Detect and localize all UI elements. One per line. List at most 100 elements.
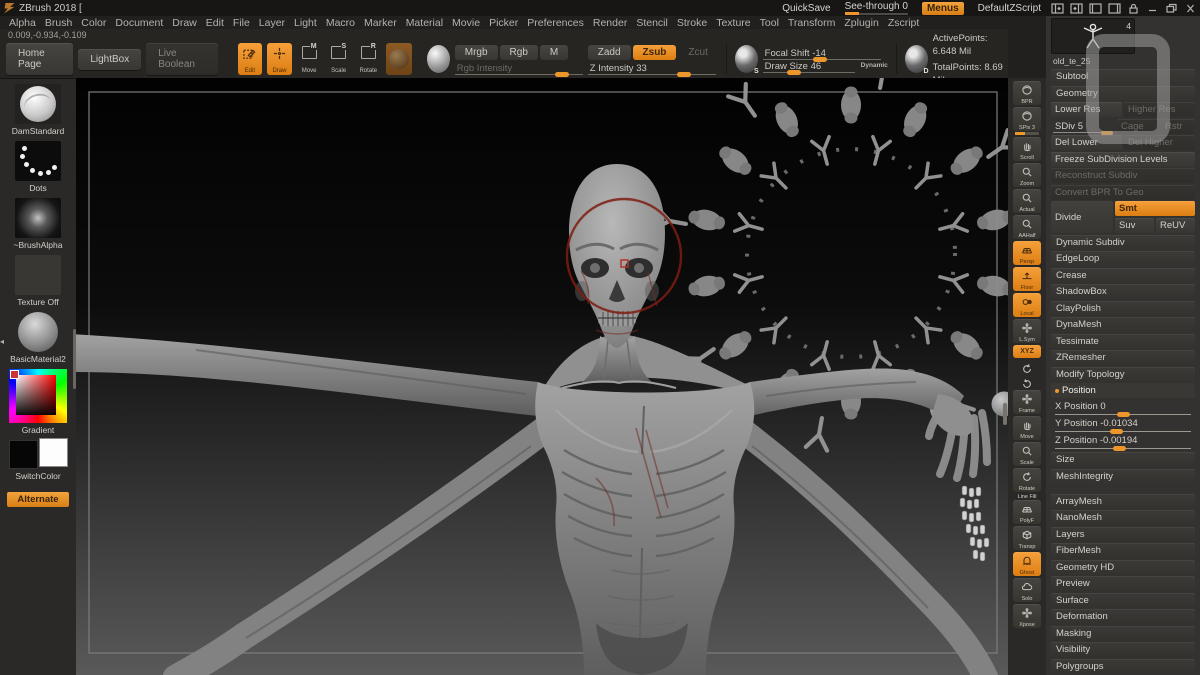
panel-section[interactable]: Surface (1051, 593, 1195, 608)
panel-section[interactable]: Layers (1051, 527, 1195, 542)
menu-item[interactable]: Stencil (636, 17, 668, 29)
panel-section[interactable]: DynaMesh (1051, 317, 1195, 332)
stroke-type-icon[interactable]: S (735, 45, 758, 73)
scroll-button[interactable]: Scroll (1012, 137, 1042, 161)
menu-item[interactable]: Macro (326, 17, 355, 29)
material-sphere-icon[interactable] (427, 45, 450, 73)
divider-right-icon[interactable] (1108, 3, 1121, 14)
menu-item[interactable]: Stroke (677, 17, 707, 29)
menus-button[interactable]: Menus (922, 2, 964, 15)
panel-section[interactable]: Modify Topology (1051, 367, 1195, 382)
panel-section[interactable]: Geometry HD (1051, 560, 1195, 575)
menu-item[interactable]: Picker (489, 17, 518, 29)
menu-item[interactable]: Movie (452, 17, 480, 29)
zoom-button[interactable]: Zoom (1012, 163, 1042, 187)
menu-item[interactable]: Brush (45, 17, 72, 29)
actual-button[interactable]: Actual (1012, 189, 1042, 213)
smt-toggle[interactable]: Smt (1115, 201, 1195, 216)
lower-res-button[interactable]: Lower Res (1051, 102, 1122, 117)
main-color-swatch[interactable] (9, 440, 38, 469)
move-button[interactable]: M Move (297, 43, 322, 75)
spin-left-button[interactable] (1012, 360, 1042, 373)
panel-section[interactable]: Visibility (1051, 642, 1195, 657)
current-material[interactable]: BasicMaterial2 (0, 312, 76, 364)
menu-item[interactable]: Zscript (888, 17, 920, 29)
mesh-integrity-section[interactable]: MeshIntegrity (1051, 469, 1195, 484)
minimize-button[interactable] (1146, 3, 1159, 14)
menu-item[interactable]: Marker (364, 17, 397, 29)
right-tray-toggle-icon[interactable] (1070, 3, 1083, 14)
convert-bpr-button[interactable]: Convert BPR To Geo (1051, 185, 1195, 200)
zcut-button[interactable]: Zcut (678, 45, 717, 60)
cage-button[interactable]: Cage (1117, 119, 1159, 134)
left-tray-toggle-icon[interactable] (1051, 3, 1064, 14)
secondary-color-swatch[interactable] (39, 438, 68, 467)
panel-section[interactable]: FiberMesh (1051, 543, 1195, 558)
freeze-subdivision-button[interactable]: Freeze SubDivision Levels (1051, 152, 1195, 167)
menu-item[interactable]: Material (406, 17, 443, 29)
lightbox-button[interactable]: LightBox (78, 49, 141, 70)
saturation-square[interactable] (16, 375, 56, 415)
panel-section[interactable]: EdgeLoop (1051, 251, 1195, 266)
position-slider[interactable]: X Position 0 (1051, 400, 1195, 417)
dynamic-label[interactable]: Dynamic (861, 62, 888, 69)
quicksave-button[interactable]: QuickSave (782, 3, 830, 14)
menu-item[interactable]: Texture (716, 17, 750, 29)
draw-indicator-icon[interactable]: D (905, 45, 928, 73)
panel-section[interactable]: Crease (1051, 268, 1195, 283)
rstr-button[interactable]: Rstr (1161, 119, 1195, 134)
menu-item[interactable]: File (233, 17, 250, 29)
panel-section[interactable]: ArrayMesh (1051, 494, 1195, 509)
panel-section[interactable]: Preview (1051, 576, 1195, 591)
current-tool-thumbnail[interactable]: 4 (1051, 18, 1135, 54)
sculpt-render[interactable] (76, 78, 1008, 675)
lsym-button[interactable]: L.Sym (1012, 319, 1042, 343)
menu-item[interactable]: Preferences (527, 17, 584, 29)
panel-section[interactable]: ZRemesher (1051, 350, 1195, 365)
size-section[interactable]: Size (1051, 452, 1195, 467)
floor-button[interactable]: Floor (1012, 267, 1042, 291)
menu-item[interactable]: Layer (259, 17, 285, 29)
hue-ring-icon[interactable] (9, 369, 67, 423)
spix-button[interactable]: SPix 3 (1012, 107, 1042, 135)
local-button[interactable]: Local (1012, 293, 1042, 317)
current-stroke[interactable]: Dots (0, 141, 76, 193)
home-page-button[interactable]: Home Page (6, 43, 73, 75)
z-intensity-slider[interactable]: Z Intensity 33 (588, 63, 716, 73)
rgb-intensity-slider[interactable]: Rgb Intensity (455, 63, 583, 73)
draw-button[interactable]: Draw (267, 43, 292, 75)
xyz-button[interactable]: XYZ (1012, 345, 1042, 358)
panel-section[interactable]: Masking (1051, 626, 1195, 641)
position-slider[interactable]: Z Position -0.00194 (1051, 434, 1195, 451)
live-boolean-button[interactable]: Live Boolean (146, 43, 217, 75)
divider-left-icon[interactable] (1089, 3, 1102, 14)
suv-toggle[interactable]: Suv (1115, 218, 1154, 233)
subtool-section[interactable]: Subtool (1051, 69, 1195, 84)
panel-section[interactable]: Tessimate (1051, 334, 1195, 349)
position-slider[interactable]: Y Position -0.01034 (1051, 417, 1195, 434)
panel-section[interactable]: Polygroups (1051, 659, 1195, 674)
menu-item[interactable]: Tool (760, 17, 779, 29)
mrgb-button[interactable]: Mrgb (455, 45, 498, 60)
menu-item[interactable]: Alpha (9, 17, 36, 29)
default-zscript-button[interactable]: DefaultZScript (978, 3, 1041, 14)
zadd-button[interactable]: Zadd (588, 45, 631, 60)
focal-shift-slider[interactable]: Focal Shift -14 (763, 48, 881, 58)
rgb-button[interactable]: Rgb (500, 45, 538, 60)
scale-button[interactable]: S Scale (326, 43, 351, 75)
draw-size-slider[interactable]: Draw Size 46 (763, 61, 855, 71)
close-button[interactable] (1184, 3, 1197, 14)
polyf-button[interactable]: Line Fill PolyF (1012, 494, 1042, 524)
menu-item[interactable]: Draw (172, 17, 197, 29)
menu-item[interactable]: Render (593, 17, 627, 29)
del-higher-button[interactable]: Del Higher (1124, 135, 1195, 150)
menu-item[interactable]: Edit (206, 17, 224, 29)
lock-icon[interactable] (1127, 3, 1140, 14)
color-picker[interactable]: Gradient (0, 369, 76, 435)
panel-section[interactable]: Deformation (1051, 609, 1195, 624)
scale-strip-button[interactable]: Scale (1012, 442, 1042, 466)
position-section[interactable]: Position (1051, 383, 1195, 398)
rotate-button[interactable]: R Rotate (356, 43, 381, 75)
geometry-section[interactable]: Geometry (1051, 86, 1195, 101)
panel-section[interactable]: Dynamic Subdiv (1051, 235, 1195, 250)
